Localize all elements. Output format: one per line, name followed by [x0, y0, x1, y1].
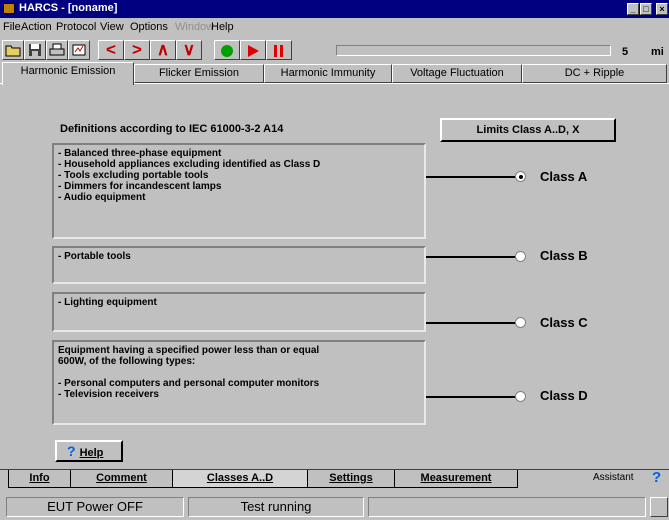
- class-d-label[interactable]: Class D: [540, 388, 588, 403]
- maximize-button[interactable]: □: [640, 3, 652, 15]
- list-item: - Portable tools: [58, 251, 131, 262]
- radio-selected-dot: [519, 175, 523, 179]
- class-a-label[interactable]: Class A: [540, 169, 587, 184]
- menu-file[interactable]: File: [3, 21, 21, 33]
- status-corner-icon[interactable]: [650, 497, 668, 517]
- menu-window: Window: [175, 21, 215, 33]
- list-item: - Television receivers: [58, 389, 159, 400]
- minimize-button[interactable]: _: [627, 3, 639, 15]
- tab-info[interactable]: Info: [8, 470, 70, 488]
- up-icon[interactable]: ∧: [150, 40, 176, 60]
- previous-icon[interactable]: <: [98, 40, 124, 60]
- menu-view[interactable]: View: [100, 21, 124, 33]
- tab-label: Settings: [329, 472, 373, 484]
- class-d-radio[interactable]: [515, 391, 526, 402]
- class-c-radio[interactable]: [515, 317, 526, 328]
- close-button[interactable]: ×: [656, 3, 668, 15]
- list-item: - Balanced three-phase equipment: [58, 148, 222, 159]
- title-bar: HARCS - [noname] _ □ ×: [0, 0, 669, 18]
- question-icon: ?: [67, 443, 76, 459]
- status-bar: EUT Power OFF Test running: [0, 490, 669, 520]
- help-button[interactable]: ? Help: [55, 440, 123, 462]
- class-c-label[interactable]: Class C: [540, 315, 588, 330]
- class-b-label[interactable]: Class B: [540, 248, 588, 263]
- menu-bar: File Action Protocol View Options Window…: [0, 18, 669, 36]
- limits-button[interactable]: Limits Class A..D, X: [440, 118, 616, 142]
- tab-settings[interactable]: Settings: [308, 470, 394, 488]
- class-a-description: - Balanced three-phase equipment - House…: [52, 143, 426, 239]
- play-icon[interactable]: [240, 40, 266, 60]
- tab-comment[interactable]: Comment: [70, 470, 172, 488]
- window-title: HARCS - [noname]: [19, 2, 118, 14]
- connector-line: [426, 322, 516, 324]
- progress-bar: [336, 45, 611, 56]
- connector-line: [426, 176, 516, 178]
- tab-voltage-fluctuation[interactable]: Voltage Fluctuation: [392, 64, 522, 83]
- timer-unit: mi: [651, 46, 664, 58]
- tab-label: Comment: [96, 472, 147, 484]
- list-item: Equipment having a specified power less …: [58, 345, 320, 356]
- list-item: [58, 367, 420, 378]
- connector-line: [426, 396, 516, 398]
- print-icon[interactable]: [46, 40, 68, 60]
- menu-options[interactable]: Options: [130, 21, 168, 33]
- tab-classes-a-d[interactable]: Classes A..D: [172, 470, 308, 488]
- class-b-radio[interactable]: [515, 251, 526, 262]
- tab-label: Measurement: [420, 472, 492, 484]
- class-d-description: Equipment having a specified power less …: [52, 340, 426, 425]
- settings-icon[interactable]: [68, 40, 90, 60]
- list-item: - Household appliances excluding identif…: [58, 159, 321, 170]
- list-item: 600W, of the following types:: [58, 356, 196, 367]
- status-test-state: Test running: [188, 497, 364, 517]
- assistant-question-icon[interactable]: ?: [652, 469, 661, 486]
- record-icon[interactable]: [214, 40, 240, 60]
- connector-line: [426, 256, 516, 258]
- class-c-description: - Lighting equipment: [52, 292, 426, 332]
- tab-harmonic-immunity[interactable]: Harmonic Immunity: [264, 64, 392, 83]
- tab-harmonic-emission[interactable]: Harmonic Emission: [2, 62, 134, 85]
- class-a-radio[interactable]: [515, 171, 526, 182]
- timer-value: 5: [622, 46, 629, 58]
- list-item: - Tools excluding portable tools: [58, 170, 209, 181]
- tab-label: Info: [29, 472, 50, 484]
- pause-icon[interactable]: [266, 40, 292, 60]
- menu-help[interactable]: Help: [211, 21, 234, 33]
- list-item: - Audio equipment: [58, 192, 146, 203]
- app-icon: [3, 3, 15, 14]
- tab-label: Classes A..D: [206, 472, 274, 484]
- assistant-label[interactable]: Assistant: [593, 472, 634, 483]
- status-message: [368, 497, 646, 517]
- status-eut-power: EUT Power OFF: [6, 497, 184, 517]
- save-icon[interactable]: [24, 40, 46, 60]
- menu-action[interactable]: Action: [21, 21, 52, 33]
- tab-dc-ripple[interactable]: DC + Ripple: [522, 64, 667, 83]
- tab-flicker-emission[interactable]: Flicker Emission: [134, 64, 264, 83]
- class-b-description: - Portable tools: [52, 246, 426, 284]
- definitions-heading: Definitions according to IEC 61000-3-2 A…: [60, 123, 284, 135]
- list-item: - Lighting equipment: [58, 297, 157, 308]
- list-item: - Dimmers for incandescent lamps: [58, 181, 222, 192]
- down-icon[interactable]: ∨: [176, 40, 202, 60]
- tab-measurement[interactable]: Measurement: [394, 470, 518, 488]
- bottom-tab-bar: Info Comment Classes A..D Settings Measu…: [0, 469, 669, 489]
- next-icon[interactable]: >: [124, 40, 150, 60]
- list-item: - Personal computers and personal comput…: [58, 378, 320, 389]
- open-folder-icon[interactable]: [2, 40, 24, 60]
- help-button-label: Help: [79, 447, 104, 459]
- menu-protocol[interactable]: Protocol: [56, 21, 96, 33]
